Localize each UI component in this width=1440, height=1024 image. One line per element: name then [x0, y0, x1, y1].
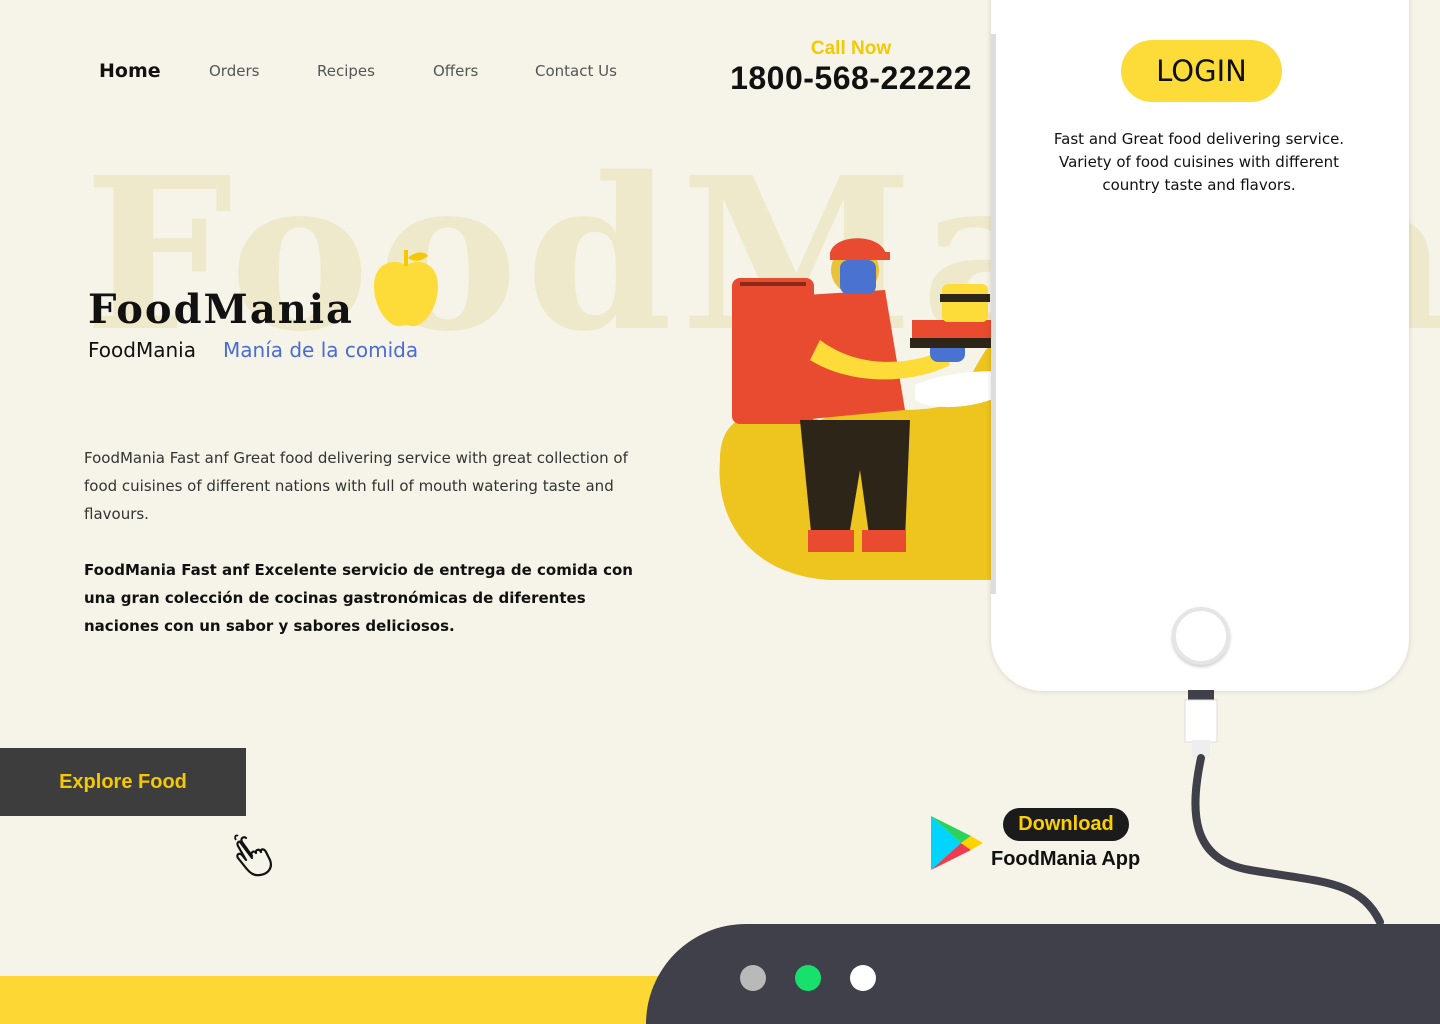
description-english: FoodMania Fast anf Great food delivering…: [84, 449, 628, 523]
footer-yellow-bar: [0, 976, 700, 1024]
apple-icon: [374, 250, 438, 327]
phone-tagline: Fast and Great food delivering service. …: [1053, 130, 1345, 194]
nav-offers[interactable]: Offers: [433, 62, 478, 80]
download-badge[interactable]: Download: [1003, 808, 1129, 841]
nav-recipes[interactable]: Recipes: [317, 62, 375, 80]
charging-cable: [1184, 690, 1384, 926]
nav-contact-us[interactable]: Contact Us: [535, 62, 617, 80]
phone-home-button[interactable]: [1172, 607, 1230, 665]
nav-orders[interactable]: Orders: [209, 62, 259, 80]
google-play-icon[interactable]: [929, 814, 985, 872]
description-spanish: FoodMania Fast anf Excelente servicio de…: [84, 561, 633, 635]
call-now: Call Now 1800-568-22222: [730, 38, 972, 97]
subtitle-spanish: Manía de la comida: [223, 338, 419, 362]
phone-bezel: [991, 34, 996, 594]
phone-mockup: [991, 0, 1409, 691]
subtitle-english: FoodMania: [88, 338, 196, 362]
phone-number[interactable]: 1800-568-22222: [730, 60, 972, 97]
slider-dot-3[interactable]: [850, 965, 876, 991]
slider-dot-1[interactable]: [740, 965, 766, 991]
explore-food-button[interactable]: Explore Food: [0, 748, 246, 816]
download-app-label[interactable]: FoodMania App: [991, 848, 1140, 871]
login-button[interactable]: LOGIN: [1121, 40, 1282, 102]
slider-dot-2-active[interactable]: [795, 965, 821, 991]
brand-title: FoodMania: [88, 286, 354, 333]
pointer-hand-icon: [234, 834, 272, 877]
nav-home[interactable]: Home: [99, 60, 161, 82]
call-now-label: Call Now: [810, 38, 892, 59]
